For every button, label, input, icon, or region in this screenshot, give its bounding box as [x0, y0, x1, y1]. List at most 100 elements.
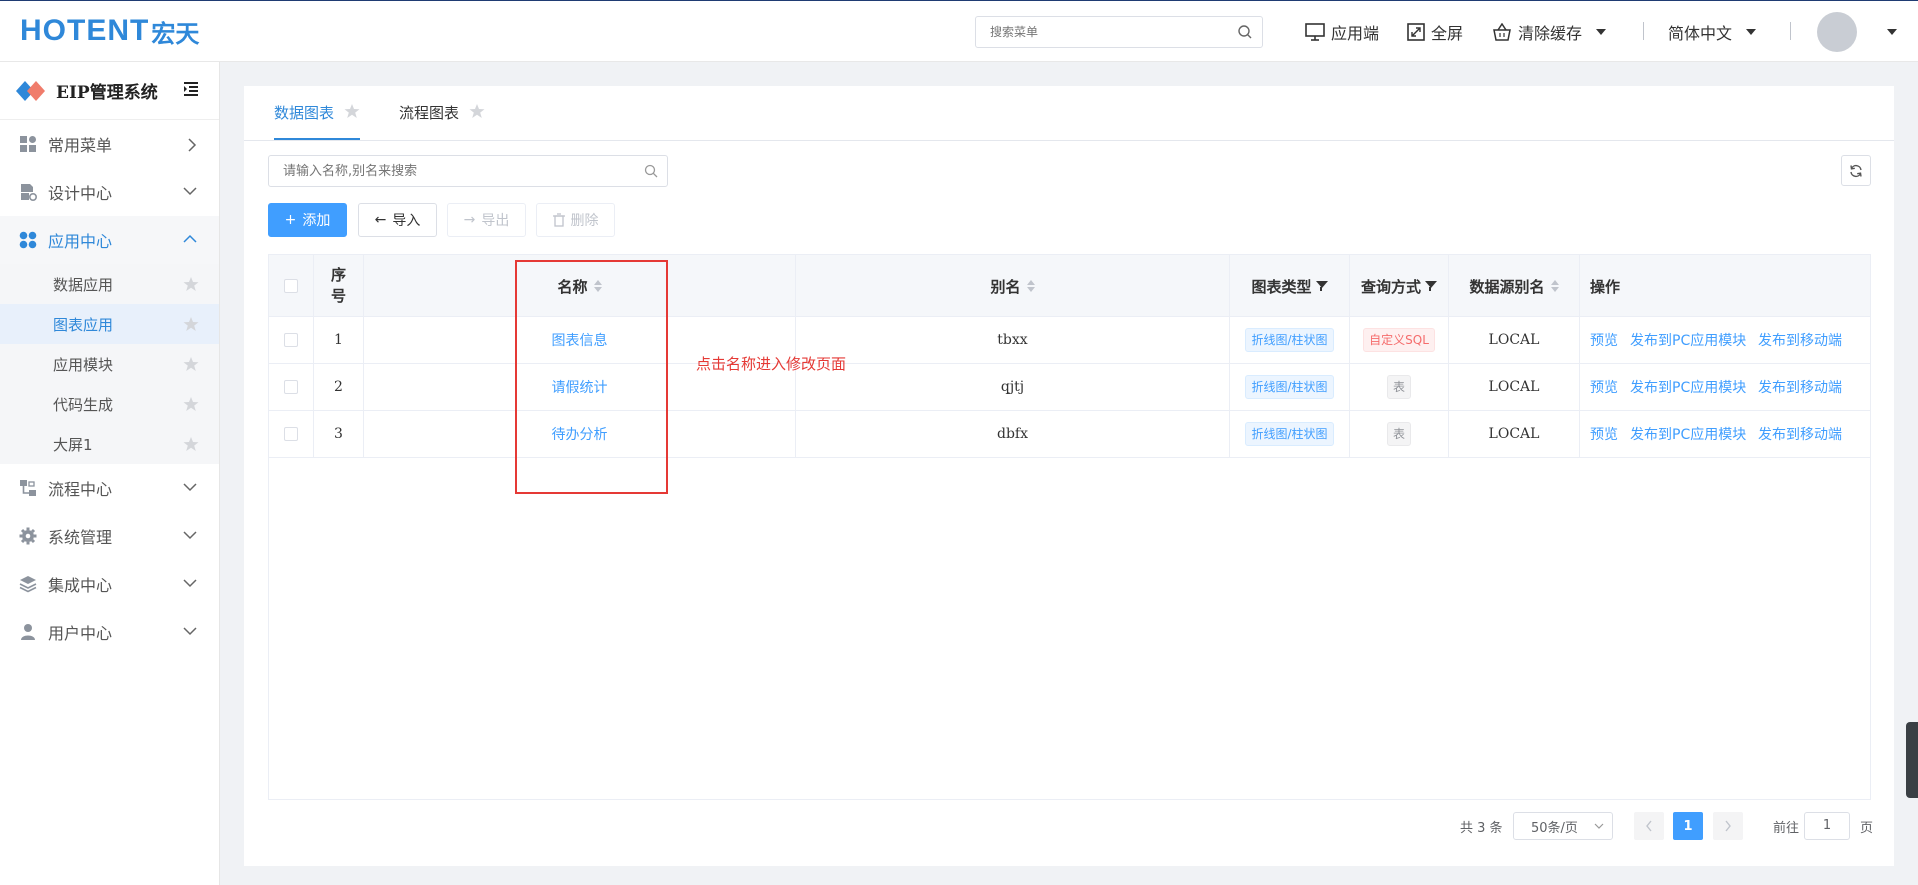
sidebar-item-app-center[interactable]: 应用中心: [0, 216, 219, 264]
sidebar-subitem-chart-app[interactable]: 图表应用: [0, 304, 219, 344]
preview-link[interactable]: 预览: [1590, 317, 1618, 363]
plus-icon: +: [284, 212, 297, 228]
tab-data-chart[interactable]: 数据图表: [274, 102, 361, 140]
language-select[interactable]: 简体中文: [1668, 19, 1757, 45]
sidebar-subitem-code-gen[interactable]: 代码生成: [0, 384, 219, 424]
star-icon[interactable]: [183, 316, 199, 332]
arrow-right-icon: →: [463, 212, 476, 228]
clear-cache-button[interactable]: 清除缓存: [1492, 19, 1607, 45]
subitem-label: 大屏1: [53, 435, 93, 454]
menu-fold-icon[interactable]: [183, 82, 199, 96]
publish-mobile-link[interactable]: 发布到移动端: [1758, 364, 1842, 410]
sidebar-subitem-app-module[interactable]: 应用模块: [0, 344, 219, 384]
avatar[interactable]: [1817, 12, 1857, 52]
chart-type-tag: 折线图/柱状图: [1245, 375, 1334, 399]
filter-icon[interactable]: [1423, 281, 1437, 291]
search-input[interactable]: [269, 156, 629, 186]
search-icon[interactable]: [644, 164, 658, 178]
row-checkbox[interactable]: [284, 333, 298, 347]
preview-link[interactable]: 预览: [1590, 411, 1618, 457]
query-mode-tag: 表: [1386, 422, 1411, 446]
preview-link[interactable]: 预览: [1590, 364, 1618, 410]
sidebar-item-user[interactable]: 用户中心: [0, 608, 219, 656]
delete-label: 删除: [570, 213, 599, 229]
sidebar-item-label: 集成中心: [48, 576, 113, 595]
menu-search-input[interactable]: [976, 17, 1216, 47]
export-label: 导出: [481, 213, 510, 229]
star-icon[interactable]: [344, 103, 360, 119]
prev-page-button[interactable]: [1634, 812, 1664, 840]
search-icon[interactable]: [1237, 24, 1253, 40]
select-all-checkbox[interactable]: [284, 279, 298, 293]
logo-letter: H: [20, 14, 43, 47]
tab-flow-chart[interactable]: 流程图表: [399, 102, 485, 140]
header-actions: 操作: [1580, 255, 1870, 317]
publish-pc-link[interactable]: 发布到PC应用模块: [1630, 317, 1746, 363]
chevron-down-icon: [183, 483, 197, 492]
export-button[interactable]: → 导出: [447, 203, 526, 237]
publish-pc-link[interactable]: 发布到PC应用模块: [1630, 411, 1746, 457]
import-button[interactable]: ← 导入: [358, 203, 437, 237]
cell-index: 1: [314, 317, 364, 363]
chart-type-tag: 折线图/柱状图: [1245, 422, 1334, 446]
sort-icon[interactable]: [1026, 280, 1035, 292]
sidebar-subitem-big-screen[interactable]: 大屏1: [0, 424, 219, 464]
sidebar-item-system[interactable]: 系统管理: [0, 512, 219, 560]
gear-icon: [18, 526, 38, 546]
sidebar-item-flow[interactable]: 流程中心: [0, 464, 219, 512]
side-widget[interactable]: [1906, 722, 1918, 798]
tab-label: 数据图表: [274, 104, 335, 122]
sidebar-item-common[interactable]: 常用菜单: [0, 120, 219, 168]
row-checkbox[interactable]: [284, 427, 298, 441]
row-checkbox[interactable]: [284, 380, 298, 394]
header-datasource[interactable]: 数据源别名: [1449, 255, 1580, 317]
sidebar-item-design[interactable]: 设计中心: [0, 168, 219, 216]
star-icon[interactable]: [183, 436, 199, 452]
refresh-button[interactable]: [1841, 155, 1871, 186]
cell-query-mode: 自定义SQL: [1350, 317, 1449, 363]
star-icon[interactable]: [469, 103, 485, 119]
chevron-right-icon: [188, 138, 197, 152]
page-size-select[interactable]: 50条/页: [1513, 812, 1613, 840]
publish-mobile-link[interactable]: 发布到移动端: [1758, 317, 1842, 363]
sidebar-item-integration[interactable]: 集成中心: [0, 560, 219, 608]
page-number-1[interactable]: 1: [1673, 812, 1703, 840]
basket-icon: [1493, 23, 1511, 41]
app-end-button[interactable]: 应用端: [1305, 19, 1379, 45]
name-search[interactable]: [268, 155, 668, 187]
next-page-button[interactable]: [1713, 812, 1743, 840]
delete-button[interactable]: 删除: [536, 203, 615, 237]
publish-pc-link[interactable]: 发布到PC应用模块: [1630, 364, 1746, 410]
header-alias[interactable]: 别名: [796, 255, 1230, 317]
header-query-mode[interactable]: 查询方式: [1350, 255, 1449, 317]
fullscreen-icon: [1407, 23, 1425, 41]
design-doc-icon: [18, 182, 38, 202]
star-icon[interactable]: [183, 356, 199, 372]
avatar-chevron-down-icon[interactable]: [1887, 29, 1897, 35]
chevron-up-icon: [183, 234, 197, 243]
menu-search[interactable]: [975, 16, 1263, 48]
goto-page-input[interactable]: 1: [1804, 812, 1850, 840]
sidebar-item-label: 应用中心: [48, 232, 113, 251]
add-button[interactable]: + 添加: [268, 203, 347, 237]
publish-mobile-link[interactable]: 发布到移动端: [1758, 411, 1842, 457]
chevron-down-icon: [1746, 29, 1757, 35]
filter-icon[interactable]: [1314, 281, 1328, 291]
system-title: EIP管理系统: [0, 62, 219, 120]
table-row: 1 图表信息 tbxx 折线图/柱状图 自定义SQL LOCAL 预览 发布到P…: [269, 317, 1870, 364]
cell-chart-type: 折线图/柱状图: [1230, 364, 1350, 410]
cell-alias: qjtj: [796, 364, 1230, 410]
star-icon[interactable]: [183, 276, 199, 292]
header-index-line2: 号: [330, 287, 346, 305]
subitem-label: 应用模块: [53, 355, 114, 374]
header-chart-type-label: 图表类型: [1251, 277, 1312, 296]
cell-alias: tbxx: [796, 317, 1230, 363]
sort-icon[interactable]: [1550, 280, 1559, 292]
sidebar-subitem-data-app[interactable]: 数据应用: [0, 264, 219, 304]
table-row: 3 待办分析 dbfx 折线图/柱状图 表 LOCAL 预览 发布到PC应用模块…: [269, 411, 1870, 458]
header-chart-type[interactable]: 图表类型: [1230, 255, 1350, 317]
cell-query-mode: 表: [1350, 411, 1449, 457]
star-icon[interactable]: [183, 396, 199, 412]
sidebar-item-label: 常用菜单: [48, 136, 113, 155]
fullscreen-button[interactable]: 全屏: [1407, 19, 1463, 45]
